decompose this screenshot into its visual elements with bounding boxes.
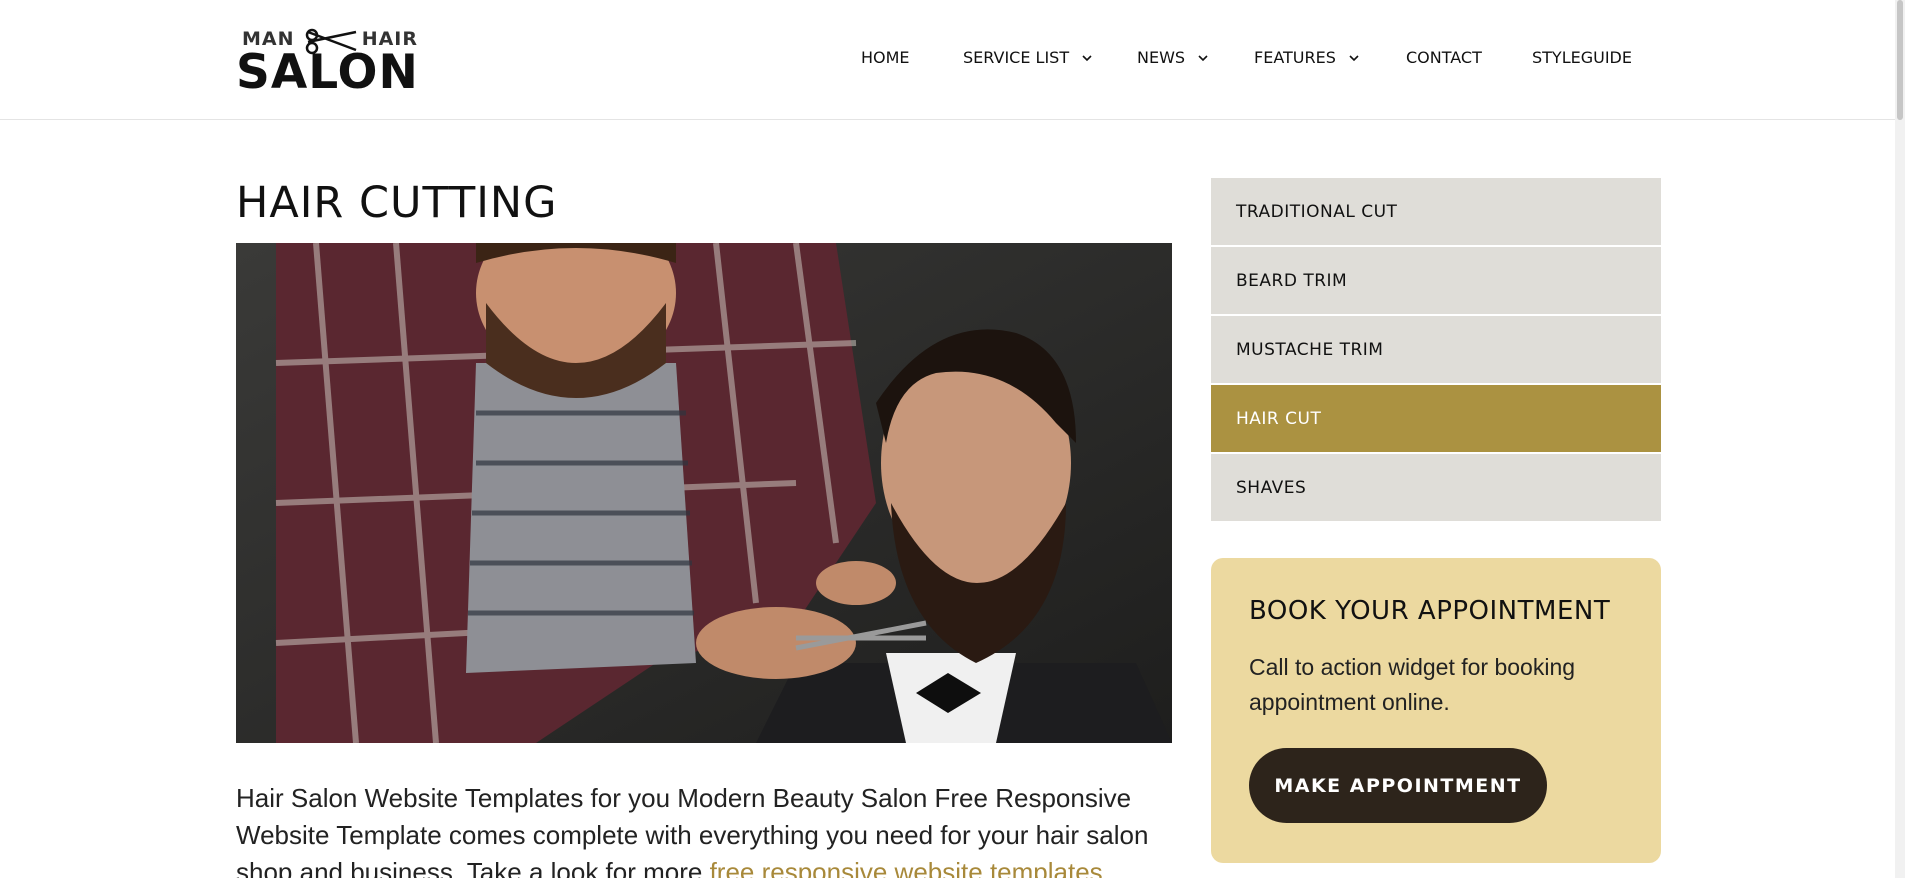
service-item-beard-trim[interactable]: BEARD TRIM xyxy=(1211,247,1661,314)
barber-photo-icon xyxy=(236,243,1172,743)
templates-link[interactable]: free responsive website templates. xyxy=(710,857,1110,878)
page-title: HAIR CUTTING xyxy=(236,178,558,228)
hero-image xyxy=(236,243,1172,743)
service-item-shaves[interactable]: SHAVES xyxy=(1211,454,1661,521)
nav-item-label: CONTACT xyxy=(1406,48,1482,67)
logo-word-salon: SALON xyxy=(236,45,419,100)
nav-item-label: SERVICE LIST xyxy=(963,48,1070,67)
body-paragraph: Hair Salon Website Templates for you Mod… xyxy=(236,780,1176,878)
service-item-mustache-trim[interactable]: MUSTACHE TRIM xyxy=(1211,316,1661,383)
chevron-down-icon xyxy=(1198,54,1208,61)
service-item-hair-cut[interactable]: HAIR CUT xyxy=(1211,385,1661,452)
scrollbar-thumb[interactable] xyxy=(1897,0,1903,120)
site-header: MAN HAIR SALON HOME SERVICE LIST NEWS FE… xyxy=(0,0,1895,120)
nav-item-features[interactable]: FEATURES xyxy=(1254,48,1360,67)
booking-title: BOOK YOUR APPOINTMENT xyxy=(1249,596,1611,626)
booking-widget: BOOK YOUR APPOINTMENT Call to action wid… xyxy=(1211,558,1661,863)
nav-item-service-list[interactable]: SERVICE LIST xyxy=(963,48,1093,67)
nav-item-styleguide[interactable]: STYLEGUIDE xyxy=(1532,48,1632,67)
page-scrollbar[interactable] xyxy=(1895,0,1905,878)
nav-item-label: NEWS xyxy=(1137,48,1186,67)
nav-item-home[interactable]: HOME xyxy=(861,48,910,67)
site-logo[interactable]: MAN HAIR SALON xyxy=(236,26,419,100)
nav-item-label: FEATURES xyxy=(1254,48,1336,67)
make-appointment-button[interactable]: MAKE APPOINTMENT xyxy=(1249,748,1547,823)
chevron-down-icon xyxy=(1082,54,1092,61)
service-item-traditional-cut[interactable]: TRADITIONAL CUT xyxy=(1211,178,1661,245)
booking-text: Call to action widget for booking appoin… xyxy=(1249,654,1576,715)
chevron-down-icon xyxy=(1349,54,1359,61)
nav-item-contact[interactable]: CONTACT xyxy=(1406,48,1482,67)
nav-item-news[interactable]: NEWS xyxy=(1137,48,1209,67)
nav-item-label: STYLEGUIDE xyxy=(1532,48,1632,67)
service-list: TRADITIONAL CUT BEARD TRIM MUSTACHE TRIM… xyxy=(1211,178,1661,523)
nav-item-label: HOME xyxy=(861,48,910,67)
